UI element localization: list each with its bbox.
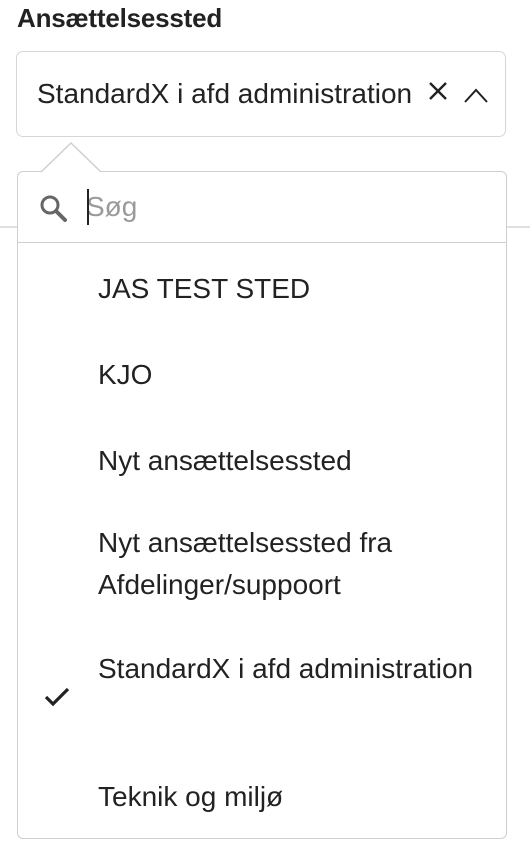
option-label: JAS TEST STED (98, 273, 311, 304)
close-icon[interactable] (427, 80, 449, 102)
option-nyt-ansaettelsessted[interactable]: Nyt ansættelsessted (18, 440, 506, 482)
background-divider (506, 226, 530, 228)
field-label: Ansættelsessted (17, 3, 223, 33)
page: Ansættelsessted StandardX i afd administ… (0, 0, 530, 856)
option-label: Nyt ansættelsessted fra Afdelinger/suppo… (98, 527, 393, 600)
option-standardx-i-afd-administration[interactable]: StandardX i afd administration (18, 648, 506, 707)
search-bar (18, 172, 506, 243)
text-caret (87, 189, 89, 225)
search-icon (38, 193, 68, 223)
option-label: StandardX i afd administration (98, 653, 474, 684)
chevron-up-icon[interactable] (463, 86, 489, 104)
selected-value: StandardX i afd administration (37, 78, 413, 109)
background-divider (0, 226, 18, 228)
option-label: Teknik og miljø (98, 781, 284, 812)
search-input[interactable] (86, 186, 486, 228)
check-icon (44, 678, 70, 707)
dropdown-pointer (40, 141, 102, 173)
ansaettelsessted-select[interactable]: StandardX i afd administration (16, 51, 506, 137)
option-jas-test-sted[interactable]: JAS TEST STED (18, 268, 506, 310)
option-label: KJO (98, 359, 153, 390)
option-label: Nyt ansættelsessted (98, 445, 352, 476)
option-nyt-ansaettelsessted-fra-afdelinger[interactable]: Nyt ansættelsessted fra Afdelinger/suppo… (18, 522, 506, 606)
option-teknik-og-miljo[interactable]: Teknik og miljø (18, 776, 506, 818)
dropdown-menu: JAS TEST STED KJO Nyt ansættelsessted Ny… (17, 171, 507, 839)
option-kjo[interactable]: KJO (18, 354, 506, 396)
